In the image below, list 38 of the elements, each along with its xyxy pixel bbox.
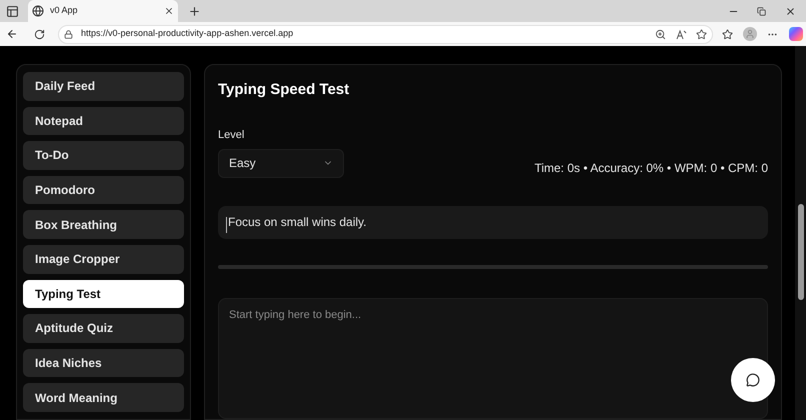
close-icon[interactable] bbox=[785, 6, 796, 16]
sidebar-item[interactable]: Image Cropper bbox=[23, 244, 184, 274]
page-title: Typing Speed Test bbox=[218, 81, 350, 99]
sidebar-item[interactable]: Notepad bbox=[23, 106, 184, 136]
typing-input-field[interactable]: Start typing here to begin... bbox=[218, 298, 768, 419]
tab-actions-icon[interactable] bbox=[6, 4, 19, 18]
stats-text: Time: 0s • Accuracy: 0% • WPM: 0 • CPM: 0 bbox=[534, 160, 768, 176]
sidebar-item[interactable]: To-Do bbox=[23, 141, 184, 170]
back-icon[interactable] bbox=[6, 28, 18, 40]
level-select[interactable]: Easy bbox=[218, 148, 344, 178]
zoom-icon[interactable] bbox=[655, 28, 666, 40]
favorites-icon[interactable] bbox=[722, 28, 733, 40]
new-tab-icon[interactable] bbox=[188, 4, 201, 18]
lock-icon bbox=[64, 30, 73, 38]
chat-icon bbox=[746, 373, 760, 387]
profile-avatar[interactable] bbox=[743, 27, 757, 41]
sidebar-item[interactable]: Typing Test bbox=[23, 280, 184, 308]
sidebar-item[interactable]: Daily Feed bbox=[23, 72, 184, 101]
favorite-icon[interactable] bbox=[696, 28, 707, 40]
level-label: Level bbox=[218, 128, 246, 143]
scrollbar-thumb[interactable] bbox=[798, 204, 804, 300]
globe-icon bbox=[32, 5, 44, 17]
address-field[interactable]: https://v0-personal-productivity-app-ashen.vercel.app bbox=[58, 24, 713, 44]
close-tab-icon[interactable] bbox=[164, 6, 174, 16]
copilot-icon[interactable] bbox=[789, 27, 803, 41]
browser-tab[interactable]: v0 App bbox=[28, 0, 178, 22]
sidebar-item[interactable]: Box Breathing bbox=[23, 210, 184, 239]
prompt-text: Focus on small wins daily. bbox=[228, 214, 366, 232]
restore-icon[interactable] bbox=[757, 6, 766, 16]
url-text: https://v0-personal-productivity-app-ashen.vercel.app bbox=[81, 27, 294, 40]
read-aloud-icon[interactable] bbox=[676, 28, 687, 40]
sidebar-item[interactable]: Word Meaning bbox=[23, 383, 184, 412]
sidebar-item[interactable]: Aptitude Quiz bbox=[23, 314, 184, 343]
reload-icon[interactable] bbox=[34, 28, 45, 40]
tab-title: v0 App bbox=[50, 4, 79, 18]
sidebar-item[interactable]: Idea Niches bbox=[23, 348, 184, 378]
sidebar-item[interactable]: Pomodoro bbox=[23, 176, 184, 204]
text-cursor bbox=[226, 216, 227, 232]
